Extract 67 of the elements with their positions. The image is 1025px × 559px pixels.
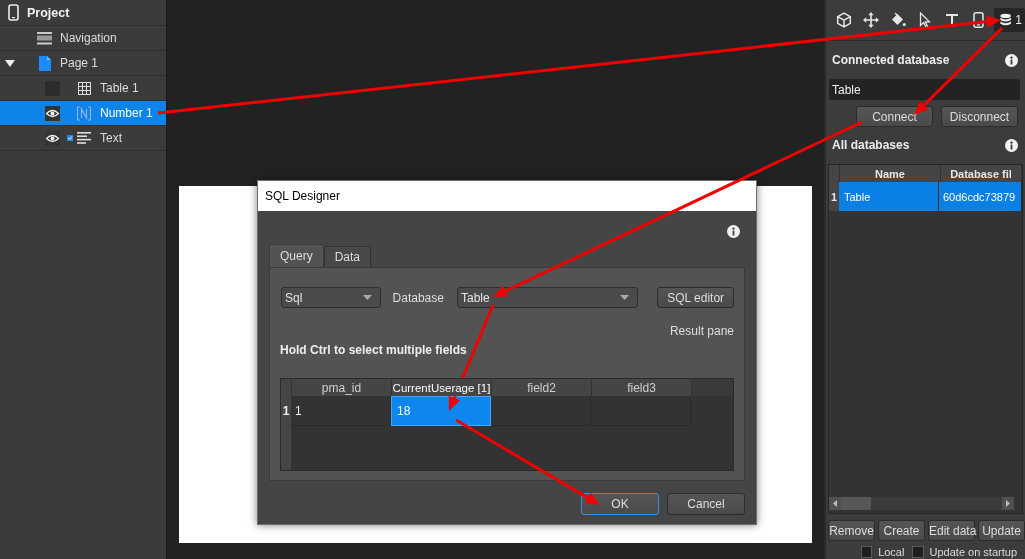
action-button[interactable]: Update <box>978 520 1025 541</box>
checkbox[interactable] <box>912 545 924 558</box>
tree-item[interactable]: Text <box>0 126 166 151</box>
info-icon[interactable] <box>727 225 740 238</box>
sql-editor-button[interactable]: SQL editor <box>657 287 734 308</box>
document-icon <box>38 55 51 71</box>
t-icon <box>944 13 959 27</box>
caret-icon <box>620 295 630 300</box>
grid-icon <box>77 81 91 95</box>
info-icon[interactable] <box>1005 53 1018 67</box>
table-cell[interactable]: 18 <box>391 396 491 426</box>
section-title: All databases <box>832 138 910 152</box>
column-header[interactable]: CurrentUserage [1] <box>392 379 492 396</box>
text-lines-icon <box>77 132 91 144</box>
paint-bucket-icon <box>889 12 906 28</box>
tab[interactable]: Query <box>269 244 324 267</box>
layout-icon <box>37 31 52 45</box>
database-icon <box>1000 12 1012 28</box>
column-header[interactable]: field2 <box>492 379 592 396</box>
action-button[interactable]: Create <box>878 520 925 541</box>
row-number: 1 <box>281 396 291 426</box>
phone-icon <box>8 4 19 21</box>
result-pane-label: Result pane <box>669 324 734 338</box>
table-cell[interactable] <box>491 396 591 426</box>
window-title: SQL Designer <box>265 189 340 203</box>
move-arrows-icon <box>862 12 879 28</box>
column-header[interactable]: pma_id <box>292 379 392 396</box>
cube-icon <box>835 12 852 28</box>
row-number: 1 <box>829 182 839 211</box>
database-dropdown[interactable]: Table <box>456 287 639 308</box>
table-cell[interactable] <box>591 396 691 426</box>
table-cell: 60d6cdc73879 <box>939 182 1022 211</box>
dialog-button[interactable]: Cancel <box>667 493 745 515</box>
cursor-icon <box>918 12 931 28</box>
tree-item[interactable]: Navigation <box>0 26 166 51</box>
checkbox-label[interactable]: Update on startup <box>929 545 1017 558</box>
input-field[interactable]: Table <box>829 79 1020 100</box>
phone-icon <box>973 12 984 28</box>
info-icon[interactable] <box>1005 138 1018 152</box>
tree-item[interactable]: Number 1 <box>0 101 166 126</box>
eye-icon[interactable] <box>45 105 60 121</box>
dialog-button[interactable]: OK <box>581 493 659 515</box>
action-button[interactable]: Disconnect <box>941 106 1018 127</box>
column-header[interactable]: field3 <box>592 379 692 396</box>
caret-icon <box>362 295 372 300</box>
hint-text: Hold Ctrl to select multiple fields <box>280 343 468 357</box>
row-header-column <box>281 426 291 470</box>
field-label: Database <box>392 290 444 305</box>
horizontal-scrollbar[interactable] <box>829 497 1014 510</box>
tab[interactable]: Data <box>323 246 372 267</box>
tool-button[interactable]: 1 <box>994 8 1025 32</box>
checkbox[interactable] <box>861 545 873 558</box>
checkbox-label[interactable]: Local <box>878 545 905 558</box>
query-type-dropdown[interactable]: Sql <box>281 287 381 308</box>
scrollbar-thumb[interactable] <box>841 497 871 510</box>
eye-icon[interactable] <box>45 130 60 146</box>
bracket-n-icon <box>76 105 92 121</box>
table-row[interactable]: 1 Table 60d6cdc73879 <box>829 182 1022 211</box>
action-button[interactable]: Edit data <box>928 520 975 541</box>
expand-triangle-icon[interactable] <box>5 59 15 67</box>
action-button[interactable]: Connect <box>856 106 933 127</box>
table-cell: Table <box>839 182 939 211</box>
section-title: Connected database <box>832 53 950 67</box>
checkbox-icon[interactable] <box>67 135 73 141</box>
panel-title: Project <box>27 5 70 20</box>
tree-item[interactable]: Page 1 <box>0 51 166 76</box>
action-button[interactable]: Remove <box>828 520 875 541</box>
